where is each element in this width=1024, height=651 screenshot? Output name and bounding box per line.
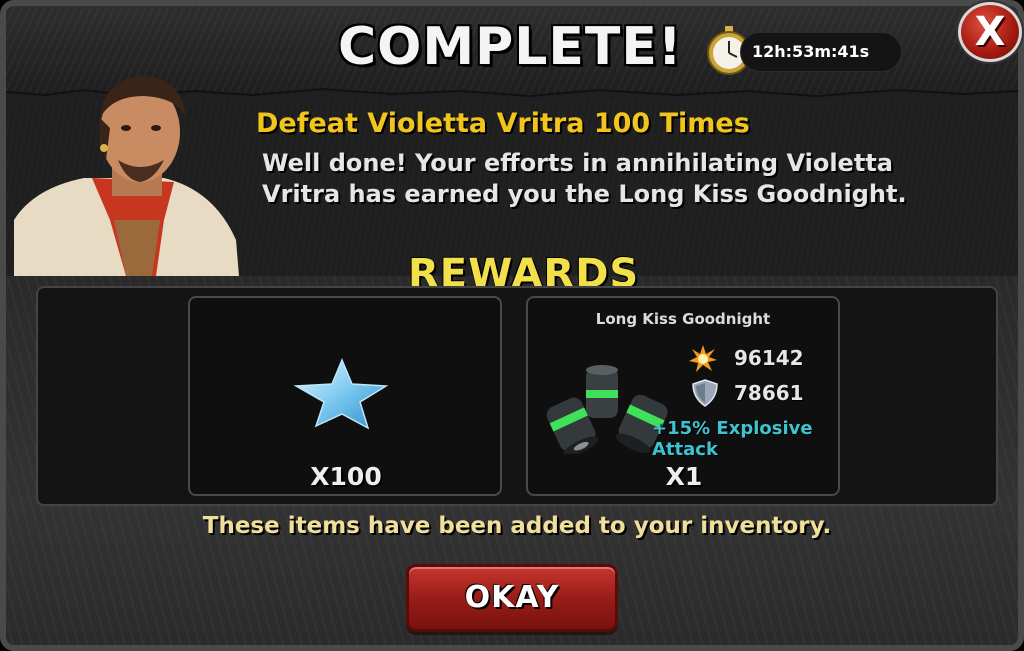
complete-title: COMPLETE! xyxy=(338,17,683,77)
mission-title: Defeat Violetta Vritra 100 Times xyxy=(256,108,750,139)
reward-item-name: Long Kiss Goodnight xyxy=(595,310,771,328)
close-icon: X xyxy=(974,9,1006,55)
inventory-note: These items have been added to your inve… xyxy=(202,513,832,539)
mission-description: Well done! Your efforts in annihilating … xyxy=(262,149,907,208)
character-portrait xyxy=(14,76,239,276)
defense-value: 78661 xyxy=(734,381,804,405)
defense-shield-icon xyxy=(692,379,718,407)
okay-button[interactable]: OKAY xyxy=(406,564,618,632)
attack-value: 96142 xyxy=(734,346,804,370)
okay-label: OKAY xyxy=(464,580,560,615)
star-icon xyxy=(293,358,389,430)
reward-quantity: X100 xyxy=(310,462,382,491)
attack-burst-icon xyxy=(689,345,717,372)
countdown-timer: 12h:53m:41s xyxy=(752,42,870,61)
reward-quantity: X1 xyxy=(665,462,703,491)
rewards-panel xyxy=(36,286,998,506)
close-button[interactable]: X xyxy=(958,2,1022,62)
bonus-text: +15% Explosive Attack xyxy=(652,418,813,460)
